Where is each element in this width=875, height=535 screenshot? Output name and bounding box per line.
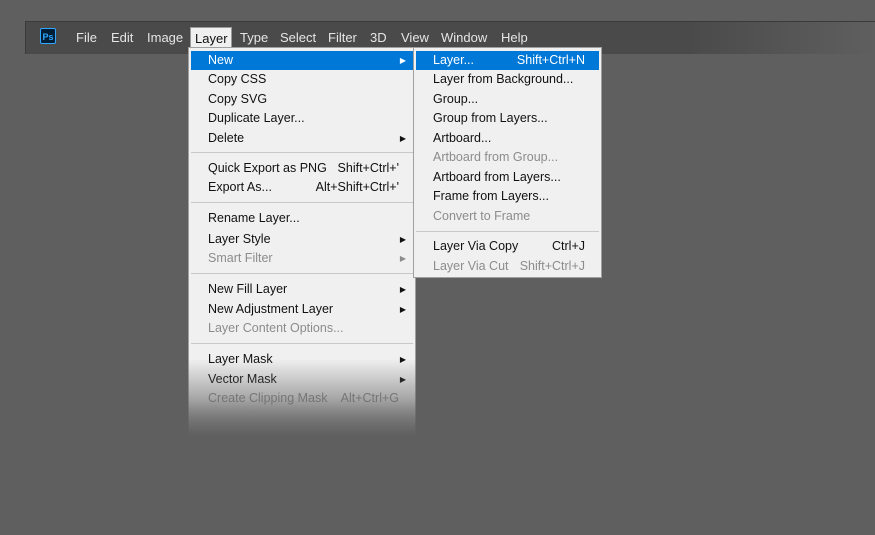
submenu-item-artboard-from-layers[interactable]: Artboard from Layers... [416,168,599,187]
submenu-item-layer-from-background[interactable]: Layer from Background... [416,70,599,89]
menu-item-copy-svg[interactable]: Copy SVG [191,90,413,109]
menu-item-label: Layer Mask [208,352,273,366]
menu-item-label: Frame from Layers... [433,189,549,203]
menu-separator [416,231,599,232]
photoshop-logo-icon[interactable]: Ps [40,28,56,44]
menu-item-copy-css[interactable]: Copy CSS [191,70,413,89]
menu-filter[interactable]: Filter [324,27,361,48]
menu-item-shortcut: Ctrl+J [552,239,585,253]
menu-item-shortcut: Shift+Ctrl+N [516,53,585,67]
submenu-item-layer-via-copy[interactable]: Layer Via Copy Ctrl+J [416,237,599,256]
menu-view[interactable]: View [397,27,433,48]
menu-item-label: New [208,53,234,67]
menu-item-label: Group... [433,92,479,106]
menu-item-vector-mask[interactable]: Vector Mask ▶ [191,370,413,389]
menu-type[interactable]: Type [236,27,272,48]
menu-item-label: Create Clipping Mask [208,391,328,405]
menu-item-label: Artboard from Layers... [433,170,561,184]
menu-item-new-fill-layer[interactable]: New Fill Layer ▶ [191,280,413,299]
menu-layer[interactable]: Layer [190,27,232,48]
layer-dropdown-menu: New ▶ Copy CSS Copy SVG Duplicate Layer.… [188,47,416,437]
new-submenu: Layer... Shift+Ctrl+N Layer from Backgro… [413,47,602,278]
menu-item-label: Duplicate Layer... [208,111,305,125]
menu-item-label: Rename Layer... [208,211,300,225]
menu-item-label: Vector Mask [208,372,277,386]
menu-separator [191,202,413,203]
menu-item-shortcut: Shift+Ctrl+' [337,161,399,175]
submenu-item-artboard-from-group: Artboard from Group... [416,148,599,167]
menu-item-layer-mask[interactable]: Layer Mask ▶ [191,350,413,369]
menu-item-smart-filter: Smart Filter ▶ [191,249,413,268]
menu-image[interactable]: Image [143,27,187,48]
menu-item-label: Delete [208,131,245,145]
menu-separator [191,343,413,344]
menu-item-new[interactable]: New ▶ [191,51,413,70]
menu-item-label: Layer... [433,53,474,67]
submenu-arrow-icon: ▶ [399,56,406,65]
menu-item-label: Copy CSS [208,72,267,86]
menu-window[interactable]: Window [437,27,491,48]
menu-item-label: New Adjustment Layer [208,302,334,316]
menu-item-shortcut: Alt+Shift+Ctrl+' [315,180,399,194]
submenu-item-layer-via-cut: Layer Via Cut Shift+Ctrl+J [416,257,599,276]
submenu-item-layer[interactable]: Layer... Shift+Ctrl+N [416,51,599,70]
submenu-arrow-icon: ▶ [399,285,406,294]
menu-item-label: Layer from Background... [433,72,574,86]
submenu-item-convert-to-frame: Convert to Frame [416,207,599,226]
menu-item-label: Export As... [208,180,272,194]
menu-item-label: Quick Export as PNG [208,161,327,175]
menu-item-label: Group from Layers... [433,111,548,125]
menu-file[interactable]: File [72,27,101,48]
menu-separator [191,152,413,153]
menu-item-label: New Fill Layer [208,282,288,296]
menu-item-new-adjustment-layer[interactable]: New Adjustment Layer ▶ [191,300,413,319]
menu-item-label: Layer Via Cut [433,259,509,273]
menu-item-delete[interactable]: Delete ▶ [191,129,413,148]
menu-item-label: Artboard... [433,131,492,145]
menu-item-duplicate-layer[interactable]: Duplicate Layer... [191,109,413,128]
submenu-item-frame-from-layers[interactable]: Frame from Layers... [416,187,599,206]
submenu-arrow-icon: ▶ [399,305,406,314]
submenu-arrow-icon: ▶ [399,134,406,143]
menu-item-export-as[interactable]: Export As... Alt+Shift+Ctrl+' [191,178,413,197]
menu-item-label: Artboard from Group... [433,150,559,164]
menu-item-layer-content-options: Layer Content Options... [191,319,413,338]
workspace: Ps File Edit Image Layer Type Select Fil… [0,0,875,535]
menu-item-rename-layer[interactable]: Rename Layer... [191,209,413,228]
submenu-item-group-from-layers[interactable]: Group from Layers... [416,109,599,128]
menu-item-label: Layer Style [208,232,271,246]
menu-select[interactable]: Select [276,27,320,48]
submenu-item-group[interactable]: Group... [416,90,599,109]
menu-help[interactable]: Help [497,27,532,48]
menu-item-label: Convert to Frame [433,209,531,223]
menu-item-label: Smart Filter [208,251,273,265]
menu-3d[interactable]: 3D [366,27,391,48]
menu-item-shortcut: Alt+Ctrl+G [340,391,399,405]
menu-separator [191,273,413,274]
menu-item-label: Layer Content Options... [208,321,344,335]
menu-item-label: Layer Via Copy [433,239,519,253]
menu-item-quick-export[interactable]: Quick Export as PNG Shift+Ctrl+' [191,159,413,178]
menu-item-shortcut: Shift+Ctrl+J [519,259,585,273]
menu-item-layer-style[interactable]: Layer Style ▶ [191,230,413,249]
submenu-item-artboard[interactable]: Artboard... [416,129,599,148]
menu-item-create-clipping-mask: Create Clipping Mask Alt+Ctrl+G [191,389,413,408]
menu-edit[interactable]: Edit [107,27,137,48]
menu-item-label: Copy SVG [208,92,268,106]
submenu-arrow-icon: ▶ [399,254,406,263]
submenu-arrow-icon: ▶ [399,375,406,384]
submenu-arrow-icon: ▶ [399,235,406,244]
submenu-arrow-icon: ▶ [399,355,406,364]
